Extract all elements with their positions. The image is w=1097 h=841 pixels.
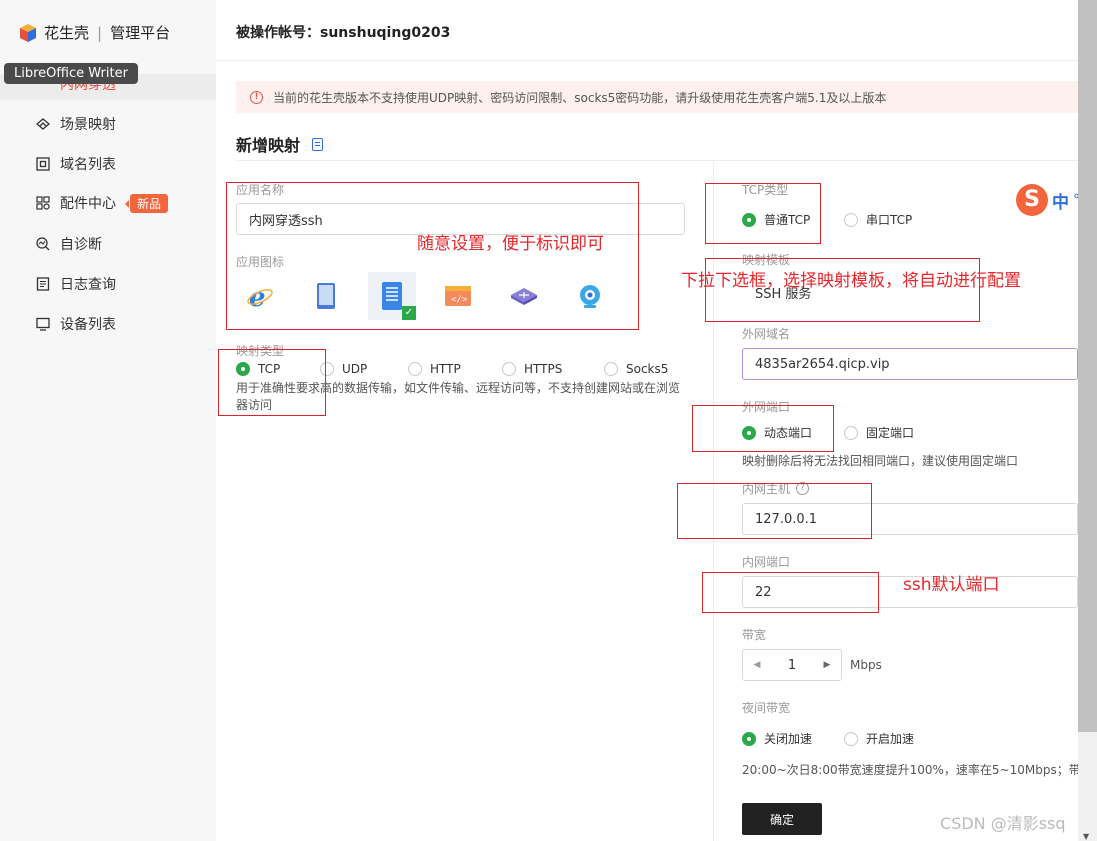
ime-mode[interactable]: 中 xyxy=(1052,188,1069,213)
night-accel-on[interactable]: 开启加速 xyxy=(844,730,914,747)
domain-icon xyxy=(36,157,50,171)
mapping-type-socks5[interactable]: Socks5 xyxy=(604,362,668,376)
annotation-box-type xyxy=(218,349,326,416)
decrement-icon[interactable]: ◀ xyxy=(743,660,771,670)
sidebar-item-label: 日志查询 xyxy=(60,277,116,293)
sidebar-item-label: 设备列表 xyxy=(60,317,116,333)
radio-icon xyxy=(604,362,618,376)
radio-label: 串口TCP xyxy=(866,213,913,227)
domain-select[interactable]: 4835ar2654.qicp.vip xyxy=(742,348,1078,380)
night-bandwidth-hint: 20:00~次日8:00带宽速度提升100%，速率在5~10Mbps；带宽基 xyxy=(742,763,1078,777)
page-title-text: 新增映射 xyxy=(236,136,301,155)
bandwidth-stepper: ◀ 1 ▶ xyxy=(742,649,842,681)
radio-label: 开启加速 xyxy=(866,732,915,746)
annotation-template-note: 下拉下选框，选择映射模板，将自动进行配置 xyxy=(681,271,1021,291)
brand-sub: 管理平台 xyxy=(110,24,171,42)
bandwidth-unit: Mbps xyxy=(850,658,882,672)
log-icon xyxy=(36,277,50,291)
grid-icon xyxy=(36,196,50,210)
annotation-box-tcp xyxy=(705,183,821,244)
radio-icon xyxy=(742,731,756,746)
mapping-type-udp[interactable]: UDP xyxy=(320,362,408,376)
page-title: 新增映射 xyxy=(236,132,324,156)
sidebar-item-accessories[interactable]: 配件中心 新品 xyxy=(36,193,169,213)
sidebar-item-label: 自诊断 xyxy=(60,237,102,253)
doc-icon[interactable] xyxy=(312,137,324,151)
device-icon xyxy=(36,317,50,331)
radio-label: HTTPS xyxy=(524,362,563,376)
scrollbar-thumb[interactable] xyxy=(1078,0,1097,732)
confirm-button[interactable]: 确定 xyxy=(742,803,822,835)
watermark: CSDN @清影ssq xyxy=(940,814,1066,833)
domain-label: 外网域名 xyxy=(742,327,791,341)
sidebar: 花生壳 | 管理平台 内网穿透 LibreOffice Writer 场景映射 … xyxy=(0,0,216,841)
sidebar-item-label: 场景映射 xyxy=(60,117,116,133)
brand-name: 花生壳 xyxy=(44,24,90,42)
tcp-type-serial[interactable]: 串口TCP xyxy=(844,211,912,228)
bandwidth-label: 带宽 xyxy=(742,628,767,642)
radio-icon xyxy=(844,731,858,746)
radio-icon xyxy=(408,362,422,376)
radio-label: 固定端口 xyxy=(866,426,915,440)
increment-icon[interactable]: ▶ xyxy=(813,660,841,670)
radio-icon xyxy=(844,425,858,440)
brand-logo[interactable]: 花生壳 | 管理平台 xyxy=(18,22,170,43)
main-content: 被操作帐号：sunshuqing0203 ! 当前的花生壳版本不支持使用UDP映… xyxy=(216,0,1078,841)
section-divider xyxy=(236,160,1078,161)
diagnose-icon xyxy=(36,237,50,251)
sidebar-item-domains[interactable]: 域名列表 xyxy=(36,154,116,174)
mapping-type-http[interactable]: HTTP xyxy=(408,362,502,376)
new-badge: 新品 xyxy=(124,193,169,213)
annotation-name-note: 随意设置，便于标识即可 xyxy=(417,234,604,254)
radio-label: 关闭加速 xyxy=(764,732,813,746)
sidebar-item-diagnose[interactable]: 自诊断 xyxy=(36,234,102,254)
sidebar-item-logs[interactable]: 日志查询 xyxy=(36,274,116,294)
sidebar-item-label: 域名列表 xyxy=(60,157,116,173)
bandwidth-value[interactable]: 1 xyxy=(771,658,813,673)
night-accel-off[interactable]: 关闭加速 xyxy=(742,730,844,747)
app-tooltip: LibreOffice Writer xyxy=(4,63,138,84)
scroll-down-icon[interactable]: ▼ xyxy=(1083,832,1089,841)
annotation-box-app xyxy=(226,182,639,330)
annotation-box-host xyxy=(677,483,872,539)
brand-separator: | xyxy=(97,23,103,42)
external-port-hint: 映射删除后将无法找回相同端口，建议使用固定端口 xyxy=(742,454,1019,468)
scene-icon xyxy=(36,118,50,130)
external-port-fixed[interactable]: 固定端口 xyxy=(844,424,914,441)
radio-icon xyxy=(502,362,516,376)
upgrade-warning: ! 当前的花生壳版本不支持使用UDP映射、密码访问限制、socks5密码功能，请… xyxy=(236,81,1078,113)
sidebar-item-label: 配件中心 xyxy=(60,196,116,212)
night-bandwidth-group: 关闭加速 开启加速 xyxy=(742,730,914,747)
peanut-logo-icon xyxy=(20,23,36,42)
sidebar-item-scene[interactable]: 场景映射 xyxy=(36,114,116,134)
radio-label: HTTP xyxy=(430,362,461,376)
radio-icon xyxy=(844,212,858,227)
annotation-port-note: ssh默认端口 xyxy=(903,575,1000,595)
warning-text: 当前的花生壳版本不支持使用UDP映射、密码访问限制、socks5密码功能，请升级… xyxy=(273,90,887,105)
mapping-type-https[interactable]: HTTPS xyxy=(502,362,604,376)
annotation-box-internal-port xyxy=(702,572,879,613)
internal-port-label: 内网端口 xyxy=(742,555,791,569)
radio-label: Socks5 xyxy=(626,362,669,376)
account-label: 被操作帐号：sunshuqing0203 xyxy=(236,25,451,41)
sidebar-item-devices[interactable]: 设备列表 xyxy=(36,314,116,334)
radio-label: UDP xyxy=(342,362,368,376)
night-bandwidth-label: 夜间带宽 xyxy=(742,701,791,715)
scrollbar[interactable]: ▼ xyxy=(1078,0,1097,841)
header-divider xyxy=(216,60,1078,61)
warning-icon: ! xyxy=(250,90,263,104)
annotation-box-port xyxy=(692,405,834,452)
sogou-icon: S xyxy=(1016,184,1048,216)
